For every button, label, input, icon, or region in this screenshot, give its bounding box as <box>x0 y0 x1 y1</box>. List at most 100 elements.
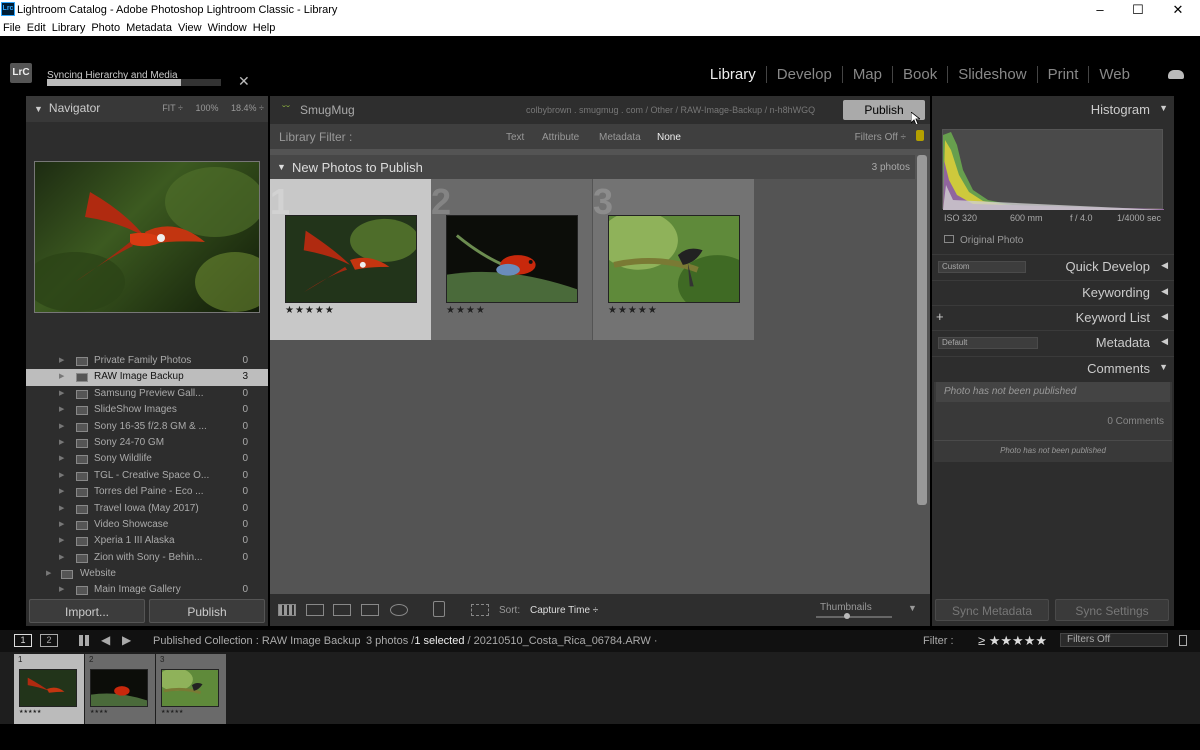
saved-preset-dropdown[interactable]: Custom <box>938 261 1026 273</box>
filter-none[interactable]: None <box>657 132 681 143</box>
sync-settings-button[interactable]: Sync Settings <box>1055 599 1169 621</box>
expand-triangle-icon[interactable]: ▶ <box>59 386 64 402</box>
module-develop[interactable]: Develop <box>765 66 842 83</box>
metadata-header[interactable]: Default Metadata ◀ <box>932 330 1174 355</box>
close-icon[interactable]: ✕ <box>1158 1 1198 19</box>
metadata-preset-dropdown[interactable]: Default <box>938 337 1038 349</box>
navigator-preview[interactable] <box>34 161 260 313</box>
publish-url[interactable]: colbybrown . smugmug . com / Other / RAW… <box>526 105 815 115</box>
menu-view[interactable]: View <box>175 20 205 36</box>
collection-item[interactable]: ▶ RAW Image Backup 3 <box>26 369 268 386</box>
module-web[interactable]: Web <box>1088 66 1140 83</box>
filters-off-dropdown[interactable]: Filters Off ÷ <box>855 132 906 143</box>
menu-file[interactable]: File <box>0 20 24 36</box>
filmstrip-thumb[interactable]: 1 ★★★★★ <box>14 654 84 724</box>
grid-cell[interactable]: 1 ★★★★★ <box>270 179 431 340</box>
cancel-sync-icon[interactable]: ✕ <box>238 73 250 90</box>
zoom-fit[interactable]: FIT ÷ <box>162 103 183 113</box>
collection-item[interactable]: ▶ Travel Iowa (May 2017) 0 <box>26 501 268 517</box>
collection-item[interactable]: ▶ Xperia 1 III Alaska 0 <box>26 533 268 549</box>
expand-triangle-icon[interactable]: ▶ <box>59 402 64 418</box>
lock-icon[interactable] <box>916 130 924 141</box>
grid-scrollbar[interactable] <box>917 155 927 505</box>
zoom-100[interactable]: 100% <box>195 103 218 113</box>
add-keyword-icon[interactable]: + <box>936 309 944 324</box>
collection-item[interactable]: ▶ Sony Wildlife 0 <box>26 451 268 467</box>
import-button[interactable]: Import... <box>29 599 145 623</box>
module-slideshow[interactable]: Slideshow <box>947 66 1036 83</box>
module-library[interactable]: Library <box>700 66 766 83</box>
quick-develop-header[interactable]: Custom Quick Develop ◀ <box>932 254 1174 279</box>
people-view-icon[interactable] <box>390 604 408 616</box>
collection-item[interactable]: ▶ Sony 16-35 f/2.8 GM & ... 0 <box>26 419 268 435</box>
filter-attribute[interactable]: Attribute <box>542 132 579 143</box>
star-rating[interactable]: ★★★★ <box>446 305 486 316</box>
back-arrow-icon[interactable]: ◀ <box>101 633 110 647</box>
collection-item[interactable]: ▶ SlideShow Images 0 <box>26 402 268 418</box>
grid-cell[interactable]: 3 ★★★★★ <box>593 179 754 340</box>
menu-library[interactable]: Library <box>49 20 89 36</box>
toolbar-menu-icon[interactable]: ▼ <box>908 603 917 613</box>
keywording-header[interactable]: Keywording ◀ <box>932 280 1174 305</box>
sync-metadata-button[interactable]: Sync Metadata <box>935 599 1049 621</box>
grid-cell[interactable]: 2 ★★★★ <box>431 179 592 340</box>
slider-handle[interactable] <box>844 613 850 619</box>
comments-header[interactable]: Comments ▼ <box>932 356 1174 381</box>
filmstrip-thumb[interactable]: 2 ★★★★ <box>85 654 155 724</box>
forward-arrow-icon[interactable]: ▶ <box>122 633 131 647</box>
original-photo-toggle[interactable]: Original Photo <box>944 235 1023 246</box>
expand-triangle-icon[interactable]: ▶ <box>59 468 64 484</box>
filmstrip-filter-dropdown[interactable]: Filters Off <box>1060 633 1168 647</box>
star-rating[interactable]: ★★★★★ <box>285 305 335 316</box>
collection-item[interactable]: ▶ Samsung Preview Gall... 0 <box>26 386 268 402</box>
painter-icon[interactable] <box>433 601 445 617</box>
loupe-view-icon[interactable] <box>306 604 324 616</box>
star-rating[interactable]: ★★★★★ <box>608 305 658 316</box>
collection-item[interactable]: ▶ Private Family Photos 0 <box>26 353 268 369</box>
expand-triangle-icon[interactable]: ▶ <box>59 533 64 549</box>
minimize-icon[interactable]: – <box>1080 1 1120 19</box>
menu-metadata[interactable]: Metadata <box>123 20 175 36</box>
keyword-list-header[interactable]: + Keyword List ◀ <box>932 305 1174 330</box>
collection-item[interactable]: ▶ TGL - Creative Space O... 0 <box>26 468 268 484</box>
expand-triangle-icon[interactable]: ▶ <box>59 517 64 533</box>
rating-filter[interactable]: ≥ ★★★★★ <box>978 633 1047 649</box>
publish-button[interactable]: Publish <box>149 599 265 623</box>
menu-help[interactable]: Help <box>250 20 279 36</box>
expand-triangle-icon[interactable]: ▶ <box>59 353 64 369</box>
filter-metadata[interactable]: Metadata <box>599 132 641 143</box>
menu-edit[interactable]: Edit <box>24 20 49 36</box>
sort-direction-icon[interactable] <box>471 604 489 616</box>
collection-item[interactable]: ▶ Torres del Paine - Eco ... 0 <box>26 484 268 500</box>
menu-window[interactable]: Window <box>205 20 250 36</box>
expand-triangle-icon[interactable]: ▶ <box>59 369 64 385</box>
module-print[interactable]: Print <box>1036 66 1089 83</box>
collection-item[interactable]: ▶ Website <box>26 566 268 582</box>
grid-view-icon[interactable] <box>278 604 296 616</box>
collection-item[interactable]: ▶ Video Showcase 0 <box>26 517 268 533</box>
grid-icon[interactable] <box>79 635 90 646</box>
expand-triangle-icon[interactable]: ▶ <box>59 419 64 435</box>
expand-triangle-icon[interactable]: ▶ <box>59 484 64 500</box>
filmstrip-thumb[interactable]: 3 ★★★★★ <box>156 654 226 724</box>
survey-view-icon[interactable] <box>361 604 379 616</box>
filter-text[interactable]: Text <box>506 132 524 143</box>
histogram-header[interactable]: Histogram ▼ <box>932 98 1174 123</box>
comment-input[interactable]: Photo has not been published <box>936 382 1170 402</box>
zoom-custom[interactable]: 18.4% ÷ <box>231 103 264 113</box>
expand-triangle-icon[interactable]: ▶ <box>46 566 51 582</box>
collection-item[interactable]: ▶ Zion with Sony - Behin... 0 <box>26 550 268 566</box>
collection-item[interactable]: ▶ Sony 24-70 GM 0 <box>26 435 268 451</box>
filter-lock-icon[interactable] <box>1179 635 1187 646</box>
expand-triangle-icon[interactable]: ▶ <box>59 550 64 566</box>
cloud-sync-icon[interactable] <box>1168 70 1184 79</box>
primary-window-button[interactable]: 1 <box>14 634 32 647</box>
expand-triangle-icon[interactable]: ▶ <box>59 435 64 451</box>
sort-dropdown[interactable]: Capture Time ÷ <box>530 605 598 616</box>
publish-group-header[interactable]: ▼ New Photos to Publish 3 photos <box>270 155 915 179</box>
navigator-header[interactable]: ▼ Navigator FIT ÷ 100% 18.4% ÷ <box>26 96 268 122</box>
secondary-window-button[interactable]: 2 <box>40 634 58 647</box>
compare-view-icon[interactable] <box>333 604 351 616</box>
source-path[interactable]: Published Collection : RAW Image Backup <box>153 635 360 647</box>
thumbnail-size-slider[interactable] <box>816 613 892 619</box>
